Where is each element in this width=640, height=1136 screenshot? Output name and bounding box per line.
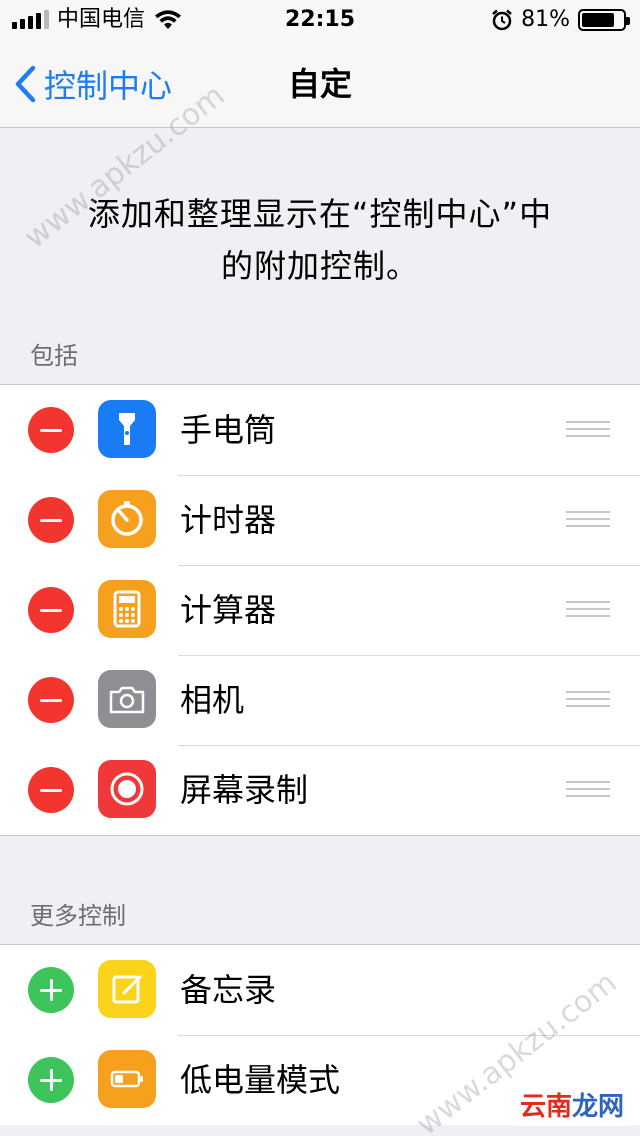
add-button[interactable] bbox=[28, 1057, 74, 1103]
notes-icon bbox=[98, 960, 156, 1018]
minus-icon bbox=[40, 698, 62, 702]
item-label: 低电量模式 bbox=[180, 1061, 341, 1099]
camera-icon bbox=[98, 670, 156, 728]
alarm-icon bbox=[492, 9, 512, 31]
remove-button[interactable] bbox=[28, 407, 74, 453]
brand-part-2: 龙网 bbox=[571, 1092, 624, 1122]
screen-record-icon bbox=[98, 760, 156, 818]
description-line-2: 的附加控制。 bbox=[220, 247, 419, 285]
item-label: 屏幕录制 bbox=[180, 771, 309, 809]
list-item-timer: 计时器 bbox=[0, 475, 640, 565]
brand-watermark: 云南龙网 bbox=[513, 1088, 630, 1126]
included-list: 手电筒 计时器 计算器 相机 屏幕录制 bbox=[0, 384, 640, 836]
page-title: 自定 bbox=[287, 65, 352, 103]
description-line-1: 添加和整理显示在“控制中心”中 bbox=[87, 195, 553, 233]
list-item-screen-recording: 屏幕录制 bbox=[0, 745, 640, 835]
timer-icon bbox=[98, 490, 156, 548]
reorder-handle[interactable] bbox=[566, 781, 610, 799]
calculator-icon bbox=[98, 580, 156, 638]
remove-button[interactable] bbox=[28, 767, 74, 813]
description: 添加和整理显示在“控制中心”中 的附加控制。 bbox=[40, 188, 600, 292]
remove-button[interactable] bbox=[28, 587, 74, 633]
reorder-handle[interactable] bbox=[566, 601, 610, 619]
reorder-handle[interactable] bbox=[566, 511, 610, 529]
list-item-camera: 相机 bbox=[0, 655, 640, 745]
item-label: 手电筒 bbox=[180, 411, 277, 449]
battery-fill bbox=[582, 13, 614, 27]
item-label: 计时器 bbox=[180, 501, 277, 539]
reorder-handle[interactable] bbox=[566, 421, 610, 439]
minus-icon bbox=[40, 518, 62, 522]
battery-icon bbox=[578, 9, 630, 31]
battery-percent: 81% bbox=[521, 7, 570, 32]
status-right: 81% bbox=[491, 6, 630, 34]
list-item-flashlight: 手电筒 bbox=[0, 385, 640, 475]
remove-button[interactable] bbox=[28, 497, 74, 543]
minus-icon bbox=[40, 608, 62, 612]
minus-icon bbox=[40, 428, 62, 432]
minus-icon bbox=[40, 788, 62, 792]
section-header-included: 包括 bbox=[30, 342, 78, 370]
nav-bar: 控制中心 自定 bbox=[0, 40, 640, 128]
item-label: 计算器 bbox=[180, 591, 277, 629]
status-bar: 中国电信 22:15 81% bbox=[0, 0, 640, 40]
list-item-calculator: 计算器 bbox=[0, 565, 640, 655]
plus-icon bbox=[40, 979, 62, 1001]
flashlight-icon bbox=[98, 400, 156, 458]
section-header-more: 更多控制 bbox=[30, 902, 126, 930]
add-button[interactable] bbox=[28, 967, 74, 1013]
item-label: 备忘录 bbox=[180, 971, 277, 1009]
low-power-icon bbox=[98, 1050, 156, 1108]
brand-part-1: 云南 bbox=[519, 1092, 572, 1122]
battery-tip bbox=[626, 17, 630, 25]
reorder-handle[interactable] bbox=[566, 691, 610, 709]
remove-button[interactable] bbox=[28, 677, 74, 723]
item-label: 相机 bbox=[180, 681, 245, 719]
plus-icon bbox=[40, 1069, 62, 1091]
